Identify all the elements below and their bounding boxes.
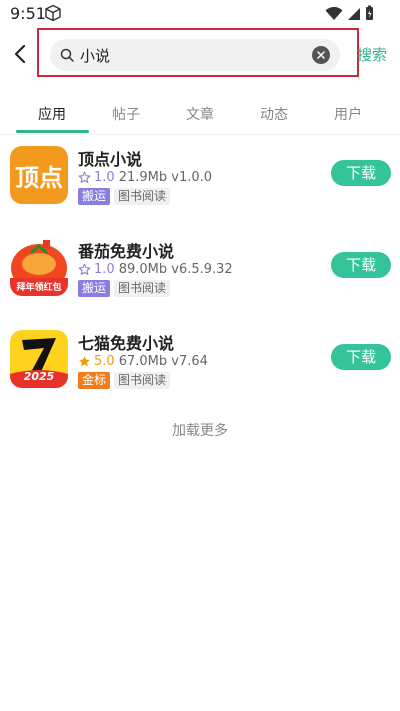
download-button[interactable]: 下载 (331, 344, 391, 370)
download-button[interactable]: 下载 (331, 252, 391, 278)
app-tags: 搬运 图书阅读 (78, 188, 171, 205)
tab-users[interactable]: 用户 (334, 104, 362, 124)
app-rating: 1.0 (94, 170, 115, 185)
app-meta: 1.0 21.9Mb v1.0.0 (78, 170, 212, 185)
tab-apps[interactable]: 应用 (38, 104, 66, 124)
app-size: 67.0Mb (118, 354, 168, 369)
top-bar: 搜索 (0, 28, 400, 80)
qimao-app-icon: 2025 (10, 330, 68, 388)
battery-icon (365, 5, 374, 25)
search-box[interactable] (50, 39, 340, 71)
tab-articles[interactable]: 文章 (186, 104, 214, 124)
category-tag: 图书阅读 (114, 372, 171, 389)
back-arrow-icon (14, 44, 26, 64)
app-list-item[interactable]: 顶点 顶点小说 1.0 21.9Mb v1.0.0 搬运 图书阅读 下载 (0, 146, 400, 226)
active-tab-indicator (16, 130, 89, 133)
app-rating: 1.0 (94, 262, 115, 277)
dingdian-app-icon: 顶点 (10, 146, 68, 204)
app-meta: 1.0 89.0Mb v6.5.9.32 (78, 262, 233, 277)
star-outline-icon (78, 171, 91, 183)
app-tags: 金标 图书阅读 (78, 372, 171, 389)
load-more-button[interactable]: 加载更多 (0, 420, 400, 440)
status-icons (325, 5, 374, 25)
search-input[interactable] (80, 41, 312, 69)
tag-badge: 搬运 (78, 280, 111, 297)
app-version: v6.5.9.32 (171, 262, 233, 277)
app-list-item[interactable]: 拜年领红包 番茄免费小说 1.0 89.0Mb v6.5.9.32 搬运 图书阅… (0, 238, 400, 318)
status-time: 9:51 (10, 4, 46, 23)
cellular-signal-icon (347, 6, 361, 25)
tab-bar: 应用 帖子 文章 动态 用户 (0, 96, 400, 135)
app-tags: 搬运 图书阅读 (78, 280, 171, 297)
category-tag: 图书阅读 (114, 280, 171, 297)
app-name: 顶点小说 (78, 150, 143, 169)
download-button[interactable]: 下载 (331, 160, 391, 186)
cube-icon (44, 4, 62, 26)
fanqie-app-icon: 拜年领红包 (10, 238, 68, 296)
app-meta: 5.0 67.0Mb v7.64 (78, 354, 208, 369)
tab-moments[interactable]: 动态 (260, 104, 288, 124)
tag-badge: 金标 (78, 372, 111, 389)
app-size: 89.0Mb (118, 262, 168, 277)
tab-posts[interactable]: 帖子 (112, 104, 140, 124)
app-list-item[interactable]: 2025 七猫免费小说 5.0 67.0Mb v7.64 金标 图书阅读 下载 (0, 330, 400, 410)
search-icon (58, 46, 76, 64)
search-button[interactable]: 搜索 (357, 44, 387, 65)
app-name: 七猫免费小说 (78, 334, 175, 353)
tag-badge: 搬运 (78, 188, 111, 205)
app-rating: 5.0 (94, 354, 115, 369)
clear-search-icon[interactable] (312, 46, 330, 64)
star-outline-icon (78, 263, 91, 275)
app-version: v1.0.0 (171, 170, 213, 185)
app-name: 番茄免费小说 (78, 242, 175, 261)
app-version: v7.64 (171, 354, 208, 369)
back-button[interactable] (8, 40, 32, 68)
app-size: 21.9Mb (118, 170, 168, 185)
star-filled-icon (79, 356, 90, 367)
status-bar: 9:51 (0, 0, 400, 28)
wifi-icon (325, 6, 343, 25)
category-tag: 图书阅读 (114, 188, 171, 205)
